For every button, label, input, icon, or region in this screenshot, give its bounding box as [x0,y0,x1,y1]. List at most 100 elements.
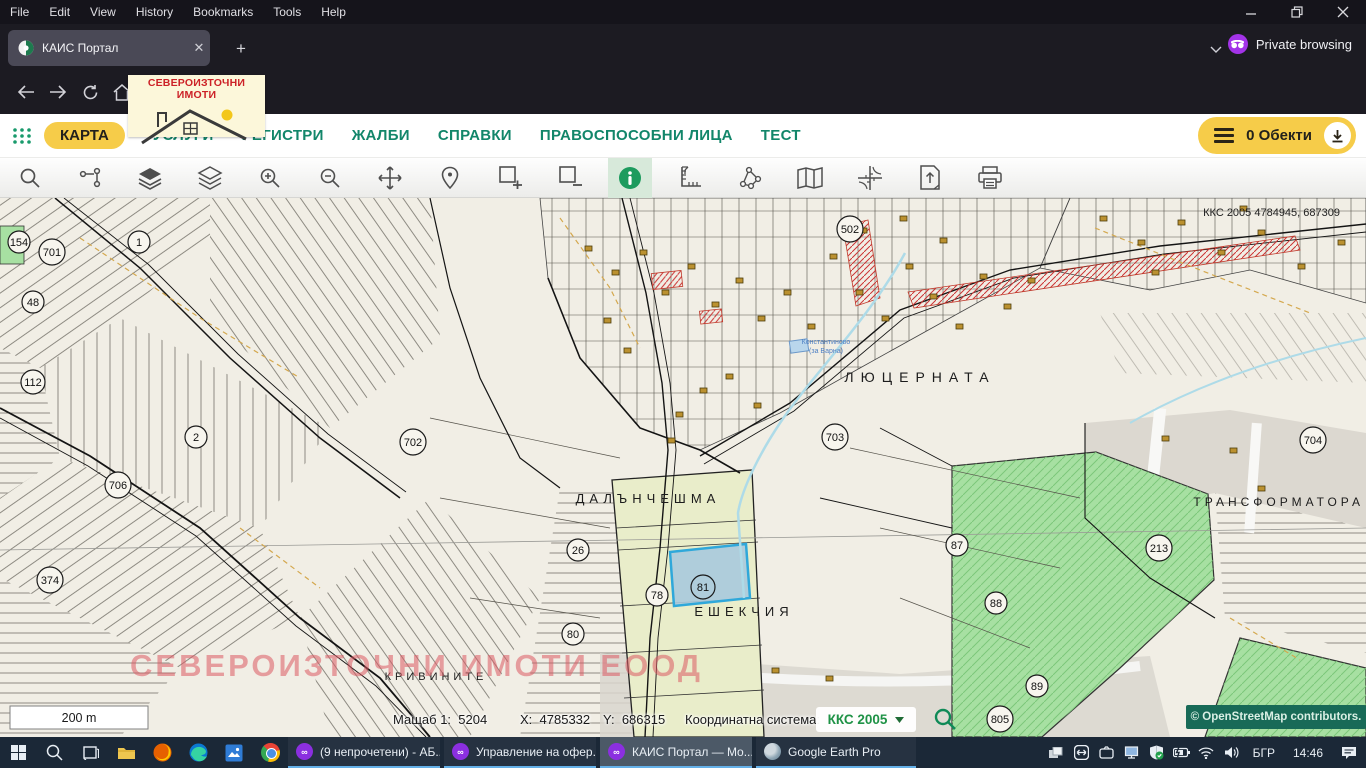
menu-history[interactable]: History [126,0,183,24]
svg-text:701: 701 [43,247,61,259]
nav-karta-active[interactable]: КАРТА [44,122,125,149]
tool-info-active[interactable] [608,158,652,198]
info-icon [617,165,643,191]
scale-readout: Мащаб 1: 5204 [393,712,487,727]
folder-icon [117,745,136,760]
firefox-button[interactable] [144,737,180,768]
menu-edit[interactable]: Edit [39,0,80,24]
tray-security-shield-icon[interactable] [1144,737,1169,768]
waterway-label-line2: (за Варна) [809,348,843,355]
file-explorer-button[interactable] [108,737,144,768]
map-toolbar [0,158,1366,198]
map-area: Константиново (за Варна) ЛЮЦЕРНАТА ДАЛЪН… [0,198,1366,737]
edge-button[interactable] [180,737,216,768]
tray-display-icon[interactable] [1119,737,1144,768]
tool-select-objects[interactable] [68,158,112,198]
tool-locate[interactable] [428,158,472,198]
svg-text:78: 78 [651,590,663,602]
new-tab-button[interactable]: + [228,36,254,62]
tray-battery-icon[interactable] [1169,737,1194,768]
task-view-icon [82,745,99,760]
crs-selector[interactable]: ККС 2005 [816,707,916,732]
nav-spravki[interactable]: СПРАВКИ [438,127,512,144]
tab-kais-portal[interactable]: КАИС Портал ✕ [8,30,210,66]
svg-text:26: 26 [572,545,584,557]
cadastre-map-canvas[interactable]: Константиново (за Варна) ЛЮЦЕРНАТА ДАЛЪН… [0,198,1366,737]
task-view-button[interactable] [72,737,108,768]
menu-tools[interactable]: Tools [263,0,311,24]
pan-icon [377,165,403,191]
window-minimize-button[interactable] [1228,0,1274,24]
tool-coordinates[interactable] [848,158,892,198]
tool-add-selection[interactable] [488,158,532,198]
forward-button[interactable] [42,76,74,108]
agency-watermark: СЕВЕРОИЗТОЧНИ ИМОТИ ЕООД [130,648,703,683]
objects-button[interactable]: 0 Обекти [1198,117,1356,154]
agency-logo-overlay: СЕВЕРОИЗТОЧНИ ИМОТИ [128,75,265,137]
language-indicator[interactable]: БГР [1244,746,1284,760]
browser-menubar: File Edit View History Bookmarks Tools H… [0,0,1366,24]
tray-teamviewer-icon[interactable] [1069,737,1094,768]
menu-help[interactable]: Help [311,0,356,24]
tray-capture-icon[interactable] [1094,737,1119,768]
crs-caret-icon [895,717,904,723]
tray-wifi-icon[interactable] [1194,737,1219,768]
google-earth-icon [764,743,781,760]
close-icon [1337,6,1349,18]
tool-layers[interactable] [188,158,232,198]
list-all-tabs-button[interactable] [1204,38,1228,60]
task-google-earth[interactable]: Google Earth Pro [756,737,916,768]
ruler-icon [678,165,703,190]
tool-map-sheets[interactable] [788,158,832,198]
nav-zhalbi[interactable]: ЖАЛБИ [352,127,410,144]
chrome-button[interactable] [252,737,288,768]
tray-cascade-windows-icon[interactable] [1044,737,1069,768]
tool-basemap-layers[interactable] [128,158,172,198]
start-button[interactable] [0,737,36,768]
photos-app-button[interactable] [216,737,252,768]
tool-pan[interactable] [368,158,412,198]
private-mask-icon [1228,34,1248,54]
svg-text:154: 154 [10,237,28,249]
osm-attribution[interactable]: © OpenStreetMap contributors. [1186,705,1366,729]
notification-center-button[interactable] [1332,737,1366,768]
menu-view[interactable]: View [80,0,126,24]
coordinate-grid-icon [857,165,883,191]
tool-remove-selection[interactable] [548,158,592,198]
objects-download-icon[interactable] [1324,122,1351,149]
task-label: Управление на офер... [476,745,596,759]
window-restore-button[interactable] [1274,0,1320,24]
tool-measure-area[interactable] [728,158,772,198]
menu-bookmarks[interactable]: Bookmarks [183,0,263,24]
map-search-button[interactable] [932,706,958,732]
svg-text:80: 80 [567,629,579,641]
taskbar-search-button[interactable] [36,737,72,768]
nav-test[interactable]: ТЕСТ [761,127,801,144]
tool-print[interactable] [968,158,1012,198]
tool-measure-length[interactable] [668,158,712,198]
tool-zoom-in[interactable] [248,158,292,198]
svg-text:89: 89 [1031,681,1043,693]
back-button[interactable] [10,76,42,108]
tool-search[interactable] [8,158,52,198]
reload-button[interactable] [74,76,106,108]
clock[interactable]: 14:46 [1284,746,1332,760]
window-close-button[interactable] [1320,0,1366,24]
tab-title: КАИС Портал [42,41,188,55]
apps-grid-icon[interactable] [12,126,32,146]
browser-tabstrip: КАИС Портал ✕ + Private browsing [0,24,1366,70]
nav-pravosposobni-litsa[interactable]: ПРАВОСПОСОБНИ ЛИЦА [540,127,733,144]
menu-file[interactable]: File [0,0,39,24]
svg-text:805: 805 [991,714,1009,726]
task-offers-window[interactable]: ∞ Управление на офер... [444,737,596,768]
tool-zoom-out[interactable] [308,158,352,198]
tray-volume-icon[interactable] [1219,737,1244,768]
svg-text:502: 502 [841,224,859,236]
task-kais-window-active[interactable]: ∞ КАИС Портал — Mo... [600,737,752,768]
tab-close-icon[interactable]: ✕ [188,40,210,56]
task-mail-window[interactable]: ∞ (9 непрочетени) - АБ... [288,737,440,768]
tool-export[interactable] [908,158,952,198]
waterway-label-line1: Константиново [802,339,851,346]
task-label: Google Earth Pro [788,745,881,759]
label-dalanchesma: ДАЛЪНЧЕШМА [576,491,721,506]
